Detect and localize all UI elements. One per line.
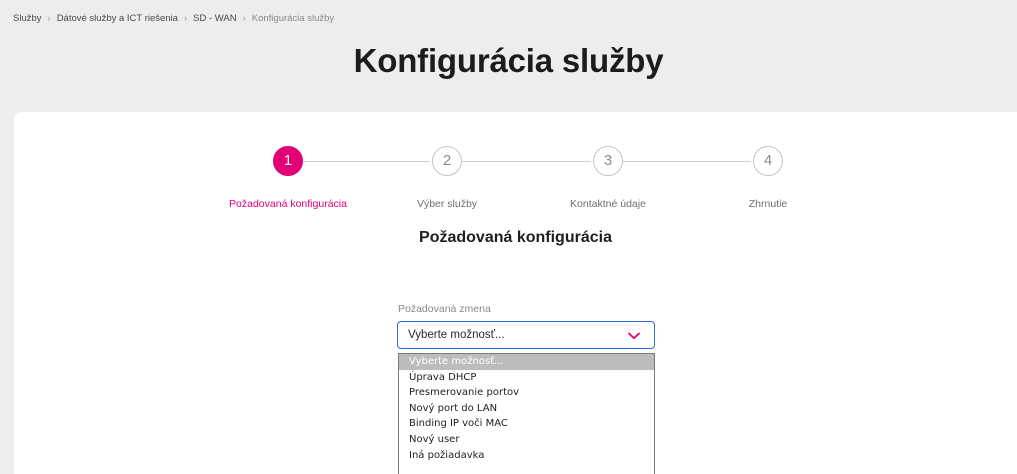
breadcrumb-item-sluzby[interactable]: Služby	[13, 13, 42, 24]
breadcrumb-separator: ›	[183, 13, 188, 24]
option-binding-ip-voci-mac[interactable]: Binding IP voči MAC	[399, 416, 654, 432]
step-3-indicator: 3	[593, 146, 623, 176]
option-uprava-dhcp[interactable]: Úprava DHCP	[399, 370, 654, 386]
step-connector	[462, 161, 591, 162]
breadcrumb-separator: ›	[47, 13, 51, 24]
breadcrumb-separator: ›	[242, 13, 246, 24]
option-novy-port-do-lan[interactable]: Nový port do LAN	[399, 401, 654, 417]
requested-change-label: Požadovaná zmena	[398, 303, 491, 315]
step-connector	[623, 161, 751, 162]
stepper: 1 2 3 4 Požadovaná konfigurácia Výber sl…	[14, 112, 1017, 232]
chevron-down-icon	[628, 332, 640, 340]
breadcrumb-item-sd-wan[interactable]: SD - WAN	[193, 13, 236, 24]
option-ina-poziadavka[interactable]: Iná požiadavka	[399, 448, 654, 464]
step-1-indicator: 1	[273, 146, 303, 176]
page-title: Konfigurácia služby	[353, 42, 664, 79]
breadcrumb-item-current: Konfigurácia služby	[251, 13, 335, 24]
select-value: Vyberte možnosť...	[408, 329, 505, 341]
step-4-indicator: 4	[753, 146, 783, 176]
step-2-indicator: 2	[432, 146, 462, 176]
step-connector	[303, 161, 430, 162]
form-card: 1 2 3 4 Požadovaná konfigurácia Výber sl…	[14, 112, 1017, 474]
breadcrumb-item-datove-sluzby[interactable]: Dátové služby a ICT riešenia	[57, 13, 178, 24]
step-3-label: Kontaktné údaje	[570, 198, 646, 210]
section-title: Požadovaná konfigurácia	[419, 229, 612, 246]
breadcrumb: Služby › Dátové služby a ICT riešenia › SD -…	[13, 13, 334, 24]
step-2-label: Výber služby	[416, 198, 478, 210]
option-presmerovanie-portov[interactable]: Presmerovanie portov	[399, 385, 654, 401]
option-placeholder[interactable]: Vyberte možnosť...	[399, 354, 654, 370]
requested-change-select[interactable]: Vyberte možnosť...	[397, 321, 655, 349]
requested-change-options: Vyberte možnosť... Úprava DHCP Presmerov…	[398, 353, 655, 474]
step-4-label: Zhrnutie	[748, 198, 788, 210]
option-novy-user[interactable]: Nový user	[399, 432, 654, 448]
step-1-label: Požadovaná konfigurácia	[229, 198, 347, 210]
